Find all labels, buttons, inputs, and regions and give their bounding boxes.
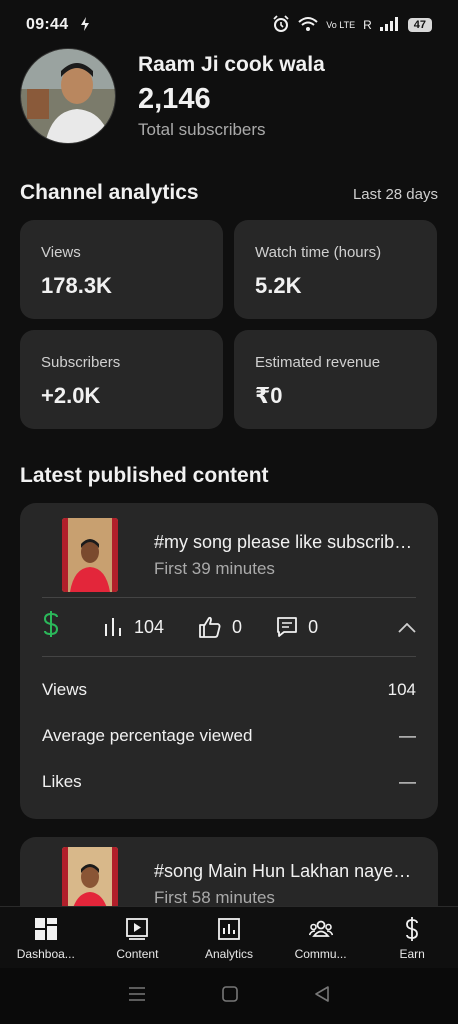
- video-detail-list: Views 104 Average percentage viewed — Li…: [20, 657, 438, 819]
- metric-label: Watch time (hours): [255, 244, 382, 261]
- video-header[interactable]: #my song please like subscribe... First …: [20, 503, 438, 597]
- channel-name: Raam Ji cook wala: [138, 52, 325, 76]
- video-title[interactable]: #my song please like subscribe...: [154, 532, 416, 553]
- nav-content[interactable]: Content: [92, 907, 184, 968]
- analytics-range[interactable]: Last 28 days: [353, 186, 438, 203]
- nav-label: Commu...: [294, 947, 347, 961]
- analytics-icon: [218, 918, 240, 940]
- video-age: First 39 minutes: [154, 558, 275, 578]
- nav-label: Analytics: [204, 947, 253, 961]
- detail-row-avg-viewed: Average percentage viewed —: [20, 713, 438, 759]
- channel-header: Raam Ji cook wala 2,146 Total subscriber…: [20, 46, 438, 146]
- metric-revenue-card[interactable]: Estimated revenue ₹0: [234, 330, 437, 429]
- metric-watch-time-card[interactable]: Watch time (hours) 5.2K: [234, 220, 437, 319]
- views-stat: 104: [104, 617, 164, 638]
- video-title[interactable]: #song Main Hun Lakhan naye j...: [154, 861, 416, 882]
- detail-row-likes: Likes —: [20, 759, 438, 805]
- video-card: #my song please like subscribe... First …: [20, 503, 438, 819]
- earn-icon: [406, 917, 419, 941]
- chevron-up-icon[interactable]: [398, 617, 416, 638]
- metric-value: 5.2K: [255, 273, 302, 298]
- back-icon[interactable]: [314, 985, 330, 1007]
- menu-icon[interactable]: [128, 986, 146, 1007]
- metric-subscribers-card[interactable]: Subscribers +2.0K: [20, 330, 223, 429]
- detail-label: Views: [42, 680, 88, 699]
- video-stats-row: 104 0 0: [20, 598, 438, 656]
- detail-value: —: [399, 726, 416, 745]
- likes-stat: 0: [198, 616, 242, 638]
- subscriber-label: Total subscribers: [138, 119, 266, 139]
- detail-label: Likes: [42, 772, 82, 791]
- signal-icon: [379, 16, 400, 34]
- nav-label: Earn: [399, 947, 425, 961]
- channel-avatar[interactable]: [20, 48, 116, 144]
- wifi-icon: [298, 16, 318, 35]
- nav-dashboard[interactable]: Dashboa...: [0, 907, 92, 968]
- metric-views-card[interactable]: Views 178.3K: [20, 220, 223, 319]
- latest-content-title: Latest published content: [20, 464, 269, 487]
- charging-icon: [80, 16, 90, 34]
- detail-value: —: [399, 772, 416, 791]
- nav-label: Content: [116, 947, 159, 961]
- nav-earn[interactable]: Earn: [366, 907, 458, 968]
- comments-count: 0: [308, 616, 319, 637]
- metric-value: 178.3K: [41, 273, 112, 298]
- metric-label: Views: [41, 244, 81, 261]
- monetization-icon[interactable]: [42, 610, 76, 644]
- metric-label: Estimated revenue: [255, 354, 381, 371]
- views-count: 104: [134, 616, 165, 637]
- bar-chart-icon: [105, 618, 121, 636]
- metric-value: ₹0: [255, 383, 283, 408]
- detail-label: Average percentage viewed: [42, 726, 253, 745]
- content-icon: [126, 918, 149, 940]
- battery-indicator: 47: [407, 18, 432, 32]
- nav-label: Dashboa...: [16, 947, 75, 961]
- bottom-nav: Dashboa... Content Analytics Commu... Ea…: [0, 906, 458, 968]
- dashboard-icon: [34, 918, 57, 940]
- likes-count: 0: [232, 616, 243, 637]
- nav-analytics[interactable]: Analytics: [183, 907, 275, 968]
- status-bar: 09:44 Vo LTE R 47: [0, 0, 458, 50]
- analytics-title: Channel analytics: [20, 181, 199, 204]
- home-icon[interactable]: [222, 985, 238, 1007]
- community-icon: [308, 920, 333, 937]
- thumbs-up-icon: [199, 616, 221, 638]
- comments-stat: 0: [276, 616, 318, 638]
- volte-label: Vo LTE: [326, 19, 356, 30]
- subscriber-count: 2,146: [138, 82, 211, 115]
- metric-label: Subscribers: [41, 354, 121, 371]
- system-nav-bar: [0, 968, 458, 1024]
- video-thumbnail[interactable]: [62, 518, 118, 592]
- video-age: First 58 minutes: [154, 888, 275, 907]
- detail-value: 104: [387, 680, 416, 699]
- nav-community[interactable]: Commu...: [275, 907, 367, 968]
- signal-label: R: [363, 18, 372, 32]
- status-time: 09:44: [26, 16, 69, 33]
- comment-icon: [277, 617, 297, 637]
- detail-row-views: Views 104: [20, 667, 438, 713]
- metric-value: +2.0K: [41, 383, 101, 408]
- alarm-icon: [272, 14, 290, 36]
